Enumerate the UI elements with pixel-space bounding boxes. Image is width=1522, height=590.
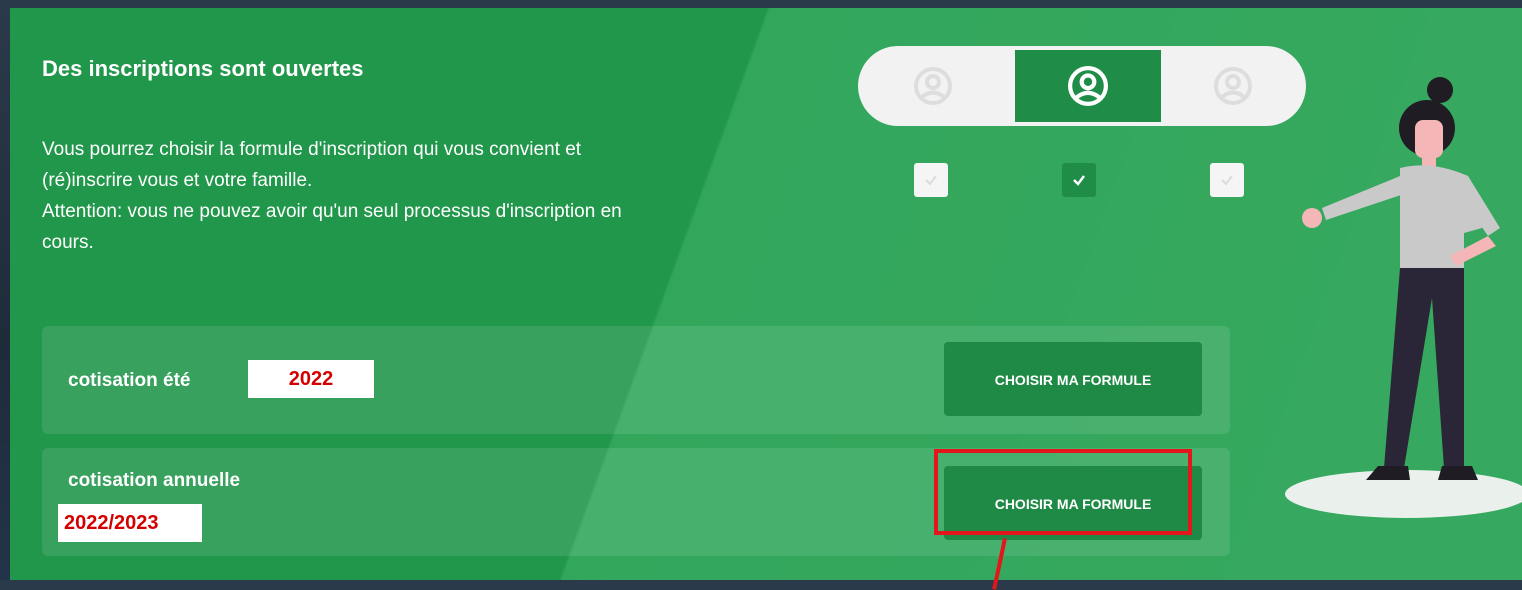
person-illustration [1285,77,1522,518]
card-description: Vous pourrez choisir la formule d'inscri… [42,134,882,258]
option-row-summer: cotisation été 2022 CHOISIR MA FORMULE [42,326,1230,434]
check-icon [1221,175,1233,186]
step-1-checkbox [914,163,948,197]
option-year-annotation: 2022 [248,360,374,398]
stepper-step-1 [858,46,1007,126]
choose-formula-button[interactable]: CHOISIR MA FORMULE [944,466,1202,540]
user-stepper-toggle [858,46,1306,126]
description-line: cours. [42,232,94,253]
step-2-checkbox [1062,163,1096,197]
user-circle-icon [1213,67,1252,105]
description-line: Attention: vous ne pouvez avoir qu'un se… [42,201,622,222]
option-row-annual: cotisation annuelle 2022/2023 CHOISIR MA… [42,448,1230,556]
option-label: cotisation annuelle [68,470,241,491]
step-3-checkbox [1210,163,1244,197]
user-circle-icon [1068,66,1108,106]
option-label: cotisation été [68,370,191,391]
option-year-annotation: 2022/2023 [58,504,202,542]
check-icon [925,175,937,186]
description-line: Vous pourrez choisir la formule d'inscri… [42,139,582,160]
card-title: Des inscriptions sont ouvertes [42,56,364,81]
stepper-step-2-active [1015,50,1161,122]
choose-formula-button[interactable]: CHOISIR MA FORMULE [944,342,1202,416]
description-line: (ré)inscrire vous et votre famille. [42,170,313,191]
check-icon [1073,175,1085,186]
registration-card: Des inscriptions sont ouvertes Vous pour… [10,8,1522,580]
user-circle-icon [913,67,952,105]
